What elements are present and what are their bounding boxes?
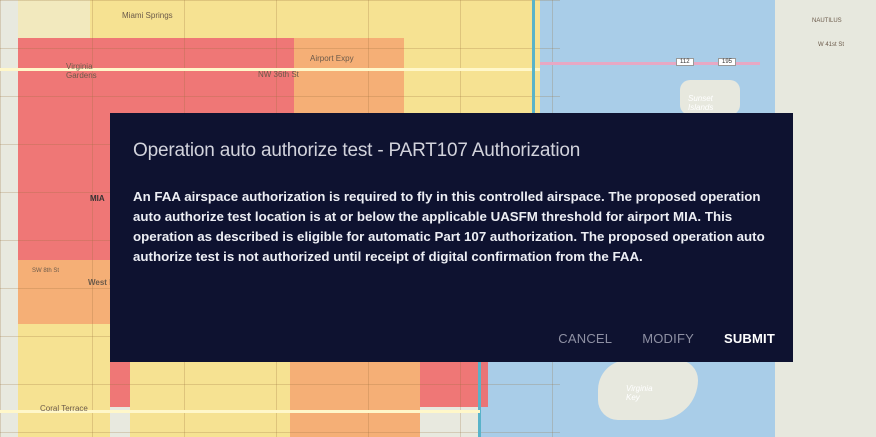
- map-label: SW 8th St: [32, 268, 60, 274]
- map-label: Virginia Gardens: [66, 62, 97, 80]
- map-label: NAUTILUS: [812, 18, 842, 24]
- dialog-actions: CANCEL MODIFY SUBMIT: [558, 331, 775, 346]
- map-label: Airport Expy: [310, 54, 354, 63]
- map-label: Sunset Islands: [688, 94, 714, 112]
- dialog-message: An FAA airspace authorization is require…: [133, 189, 765, 264]
- dialog-title: Operation auto authorize test - PART107 …: [133, 140, 581, 161]
- map-label: W 41st St: [818, 42, 845, 48]
- expressway-lower: [478, 362, 481, 437]
- map-label: NW 36th St: [258, 70, 299, 79]
- expressway: [532, 0, 535, 120]
- route-shield: 195: [718, 58, 737, 66]
- map-label: Coral Terrace: [40, 404, 88, 413]
- authorization-dialog: Operation auto authorize test - PART107 …: [110, 113, 793, 362]
- map-label: MIA: [90, 194, 105, 203]
- map-label: Miami Springs: [122, 11, 173, 20]
- route-shield: 112: [676, 58, 694, 66]
- cancel-button[interactable]: CANCEL: [558, 331, 612, 346]
- submit-button[interactable]: SUBMIT: [724, 331, 775, 346]
- modify-button[interactable]: MODIFY: [642, 331, 694, 346]
- map-label: Virginia Key: [626, 384, 653, 402]
